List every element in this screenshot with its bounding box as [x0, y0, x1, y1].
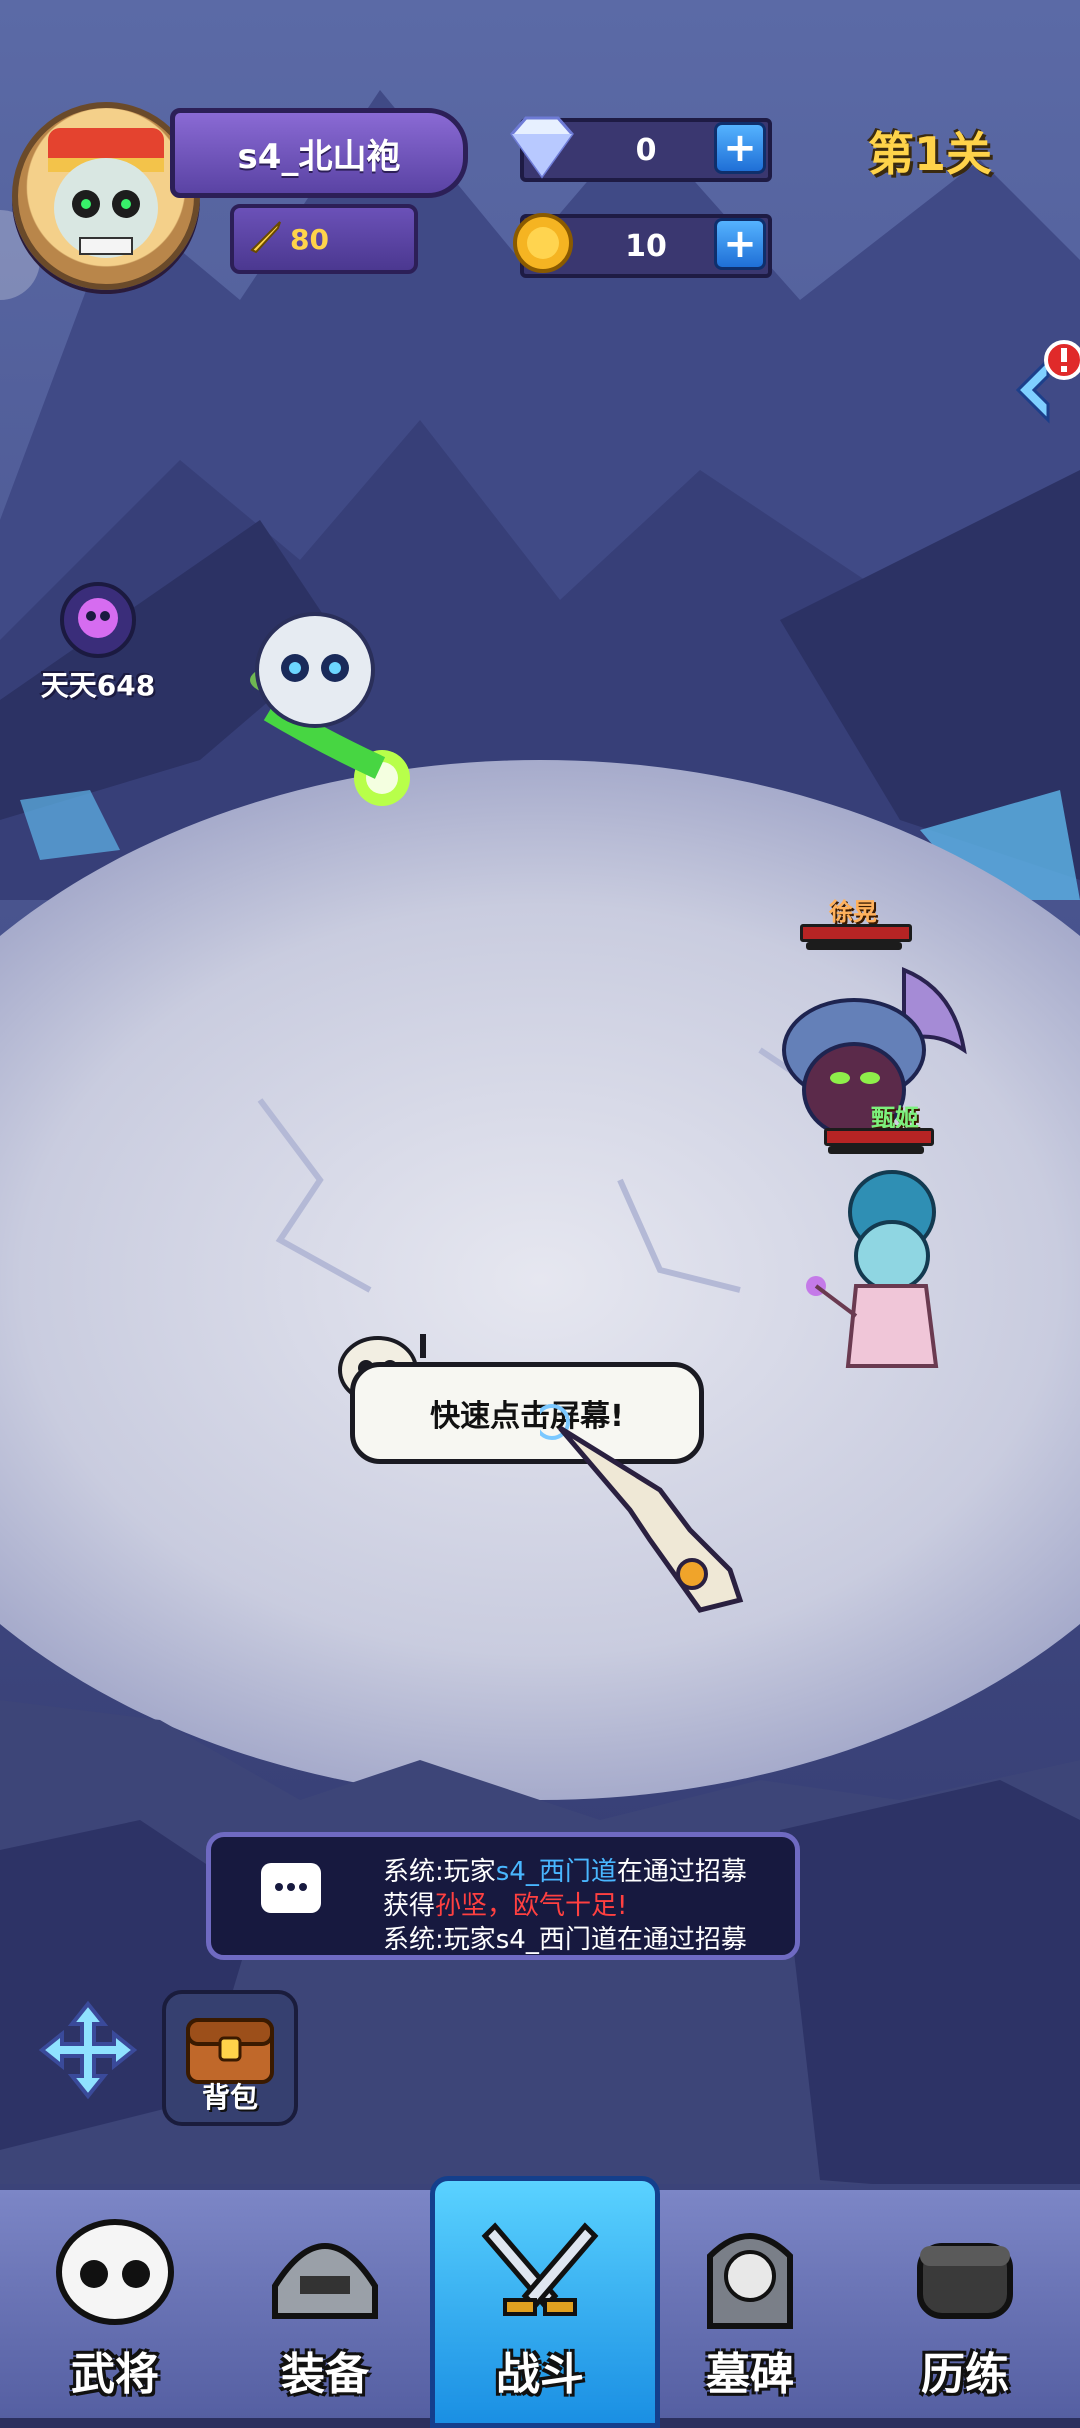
plus-icon: + — [723, 125, 757, 171]
player-name: s4_北山袍 — [237, 136, 401, 177]
move-arrows-button[interactable] — [38, 2000, 138, 2100]
event-badge-label: 天天648 — [40, 669, 156, 702]
enemy-1-label: 徐晃 — [798, 892, 908, 927]
side-expand-button[interactable] — [1008, 330, 1080, 430]
stage-label: 第1关 — [868, 127, 993, 181]
nav-label: 武将 — [71, 2349, 159, 2400]
chat-line-2: 获得孙坚，欧气十足! — [383, 1889, 747, 1923]
skeleton-hand-pointer-icon — [540, 1404, 744, 1613]
bottom-nav: 武将 装备 战斗 墓碑 历练 — [0, 2176, 1080, 2428]
chat-player-name: s4_西门道 — [495, 1857, 617, 1887]
enemy-1-mp-bar — [806, 942, 902, 950]
nav-item-battle[interactable]: 战斗 — [445, 2216, 635, 2416]
chat-text: ，欧气十足! — [487, 1891, 628, 1921]
coin-icon — [513, 213, 573, 273]
chat-messages: 系统:玩家s4_西门道在通过招募 获得孙坚，欧气十足! 系统:玩家s4_西门道在… — [383, 1855, 747, 1955]
chat-text: 在通过招募 — [616, 1857, 747, 1887]
helmet-icon — [272, 2243, 378, 2319]
plus-icon: + — [723, 221, 757, 267]
event-badge[interactable]: 天天648 — [28, 580, 168, 704]
system-chat-ticker[interactable]: 系统:玩家s4_西门道在通过招募 获得孙坚，欧气十足! 系统:玩家s4_西门道在… — [206, 1832, 800, 1960]
nav-item-tombstone[interactable]: 墓碑 — [655, 2216, 845, 2416]
skull-icon — [56, 2219, 174, 2325]
nav-label: 墓碑 — [706, 2349, 794, 2400]
skull-badge-icon — [60, 582, 136, 658]
crossed-swords-icon — [481, 2222, 599, 2316]
enemy-1-name: 徐晃 — [829, 898, 877, 926]
nav-label: 战斗 — [496, 2349, 584, 2400]
diamond-value: 0 — [635, 132, 657, 168]
nav-item-training[interactable]: 历练 — [870, 2216, 1060, 2416]
power-value: 80 — [290, 222, 329, 256]
add-coin-button[interactable]: + — [714, 218, 766, 270]
enemy-2-mp-bar — [828, 1146, 924, 1154]
diamond-icon — [510, 116, 574, 179]
chat-bubble-icon — [261, 1863, 321, 1913]
enemy-1-hp-bar — [800, 924, 912, 942]
power-plate: 80 — [230, 204, 418, 274]
tombstone-icon — [707, 2233, 793, 2329]
nav-label: 装备 — [281, 2349, 369, 2400]
enemy-2-character — [806, 1170, 939, 1368]
nav-item-generals[interactable]: 武将 — [20, 2216, 210, 2416]
chat-text: 系统:玩家 — [383, 1857, 496, 1887]
backpack-button[interactable]: 背包 — [162, 1990, 298, 2126]
nav-label: 历练 — [921, 2349, 1009, 2400]
chat-text: 获得 — [383, 1891, 436, 1921]
coin-value: 10 — [625, 228, 667, 264]
add-diamond-button[interactable]: + — [714, 122, 766, 174]
sword-icon — [250, 221, 281, 254]
enemy-2-hp-bar — [824, 1128, 934, 1146]
player-name-plate: s4_北山袍 — [170, 108, 468, 198]
nav-item-equipment[interactable]: 装备 — [230, 2216, 420, 2416]
backpack-label: 背包 — [201, 2081, 258, 2114]
chat-line-1: 系统:玩家s4_西门道在通过招募 — [383, 1855, 747, 1889]
chat-line-3: 系统:玩家s4_西门道在通过招募 — [383, 1925, 747, 1955]
skull-avatar-icon — [48, 128, 164, 258]
chat-hero-name: 孙坚 — [435, 1891, 488, 1921]
fist-icon — [917, 2243, 1013, 2319]
player-skull-character — [250, 612, 410, 806]
